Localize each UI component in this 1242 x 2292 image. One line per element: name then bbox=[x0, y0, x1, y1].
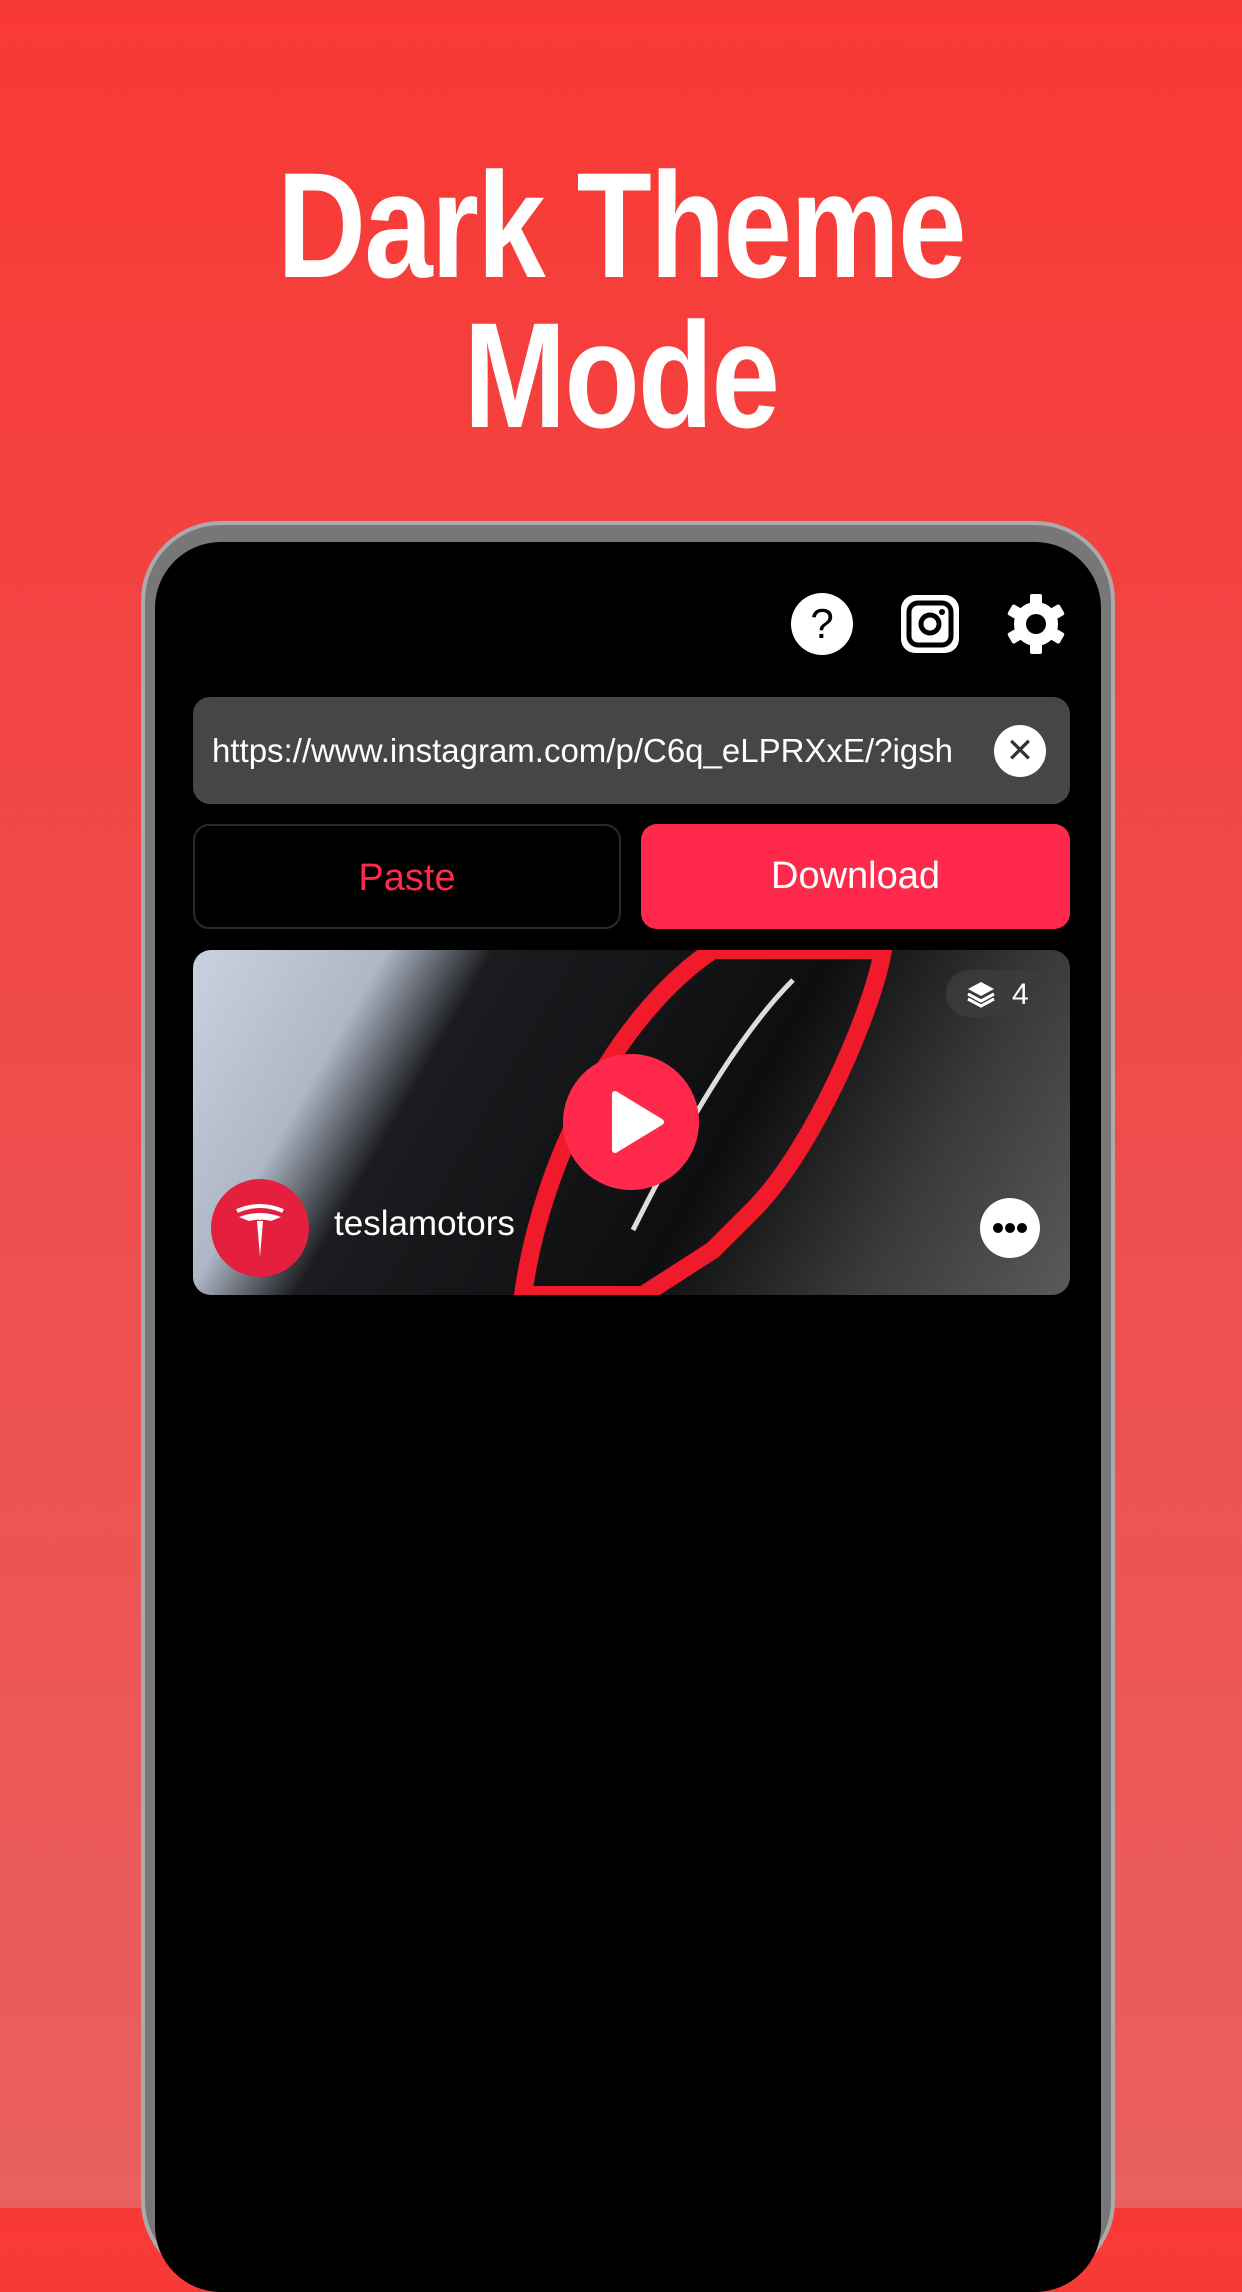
url-input-value[interactable]: https://www.instagram.com/p/C6q_eLPRXxE/… bbox=[212, 697, 964, 804]
svg-text:?: ? bbox=[810, 600, 833, 647]
app-screen bbox=[155, 542, 1101, 2292]
headline: Dark Theme Mode bbox=[277, 141, 966, 459]
clear-icon[interactable]: ✕ bbox=[994, 725, 1046, 777]
layers-icon bbox=[967, 982, 995, 1008]
url-input[interactable]: https://www.instagram.com/p/C6q_eLPRXxE/… bbox=[193, 697, 1070, 804]
download-button[interactable]: Download bbox=[641, 824, 1070, 929]
paste-button[interactable]: Paste bbox=[193, 824, 621, 929]
instagram-icon[interactable] bbox=[898, 592, 962, 656]
media-count: 4 bbox=[1012, 978, 1029, 1011]
settings-icon[interactable] bbox=[1004, 592, 1068, 656]
avatar[interactable] bbox=[211, 1179, 309, 1277]
tesla-logo-icon bbox=[236, 1204, 284, 1257]
media-count-badge: 4 bbox=[946, 970, 1049, 1017]
more-icon bbox=[993, 1223, 1027, 1233]
help-icon[interactable]: ? bbox=[790, 592, 854, 656]
play-icon bbox=[612, 1091, 664, 1153]
post-preview-card[interactable]: 4 teslamotors bbox=[193, 950, 1070, 1295]
more-options-button[interactable] bbox=[980, 1198, 1040, 1258]
play-button[interactable] bbox=[563, 1054, 699, 1190]
username[interactable]: teslamotors bbox=[334, 1204, 515, 1244]
